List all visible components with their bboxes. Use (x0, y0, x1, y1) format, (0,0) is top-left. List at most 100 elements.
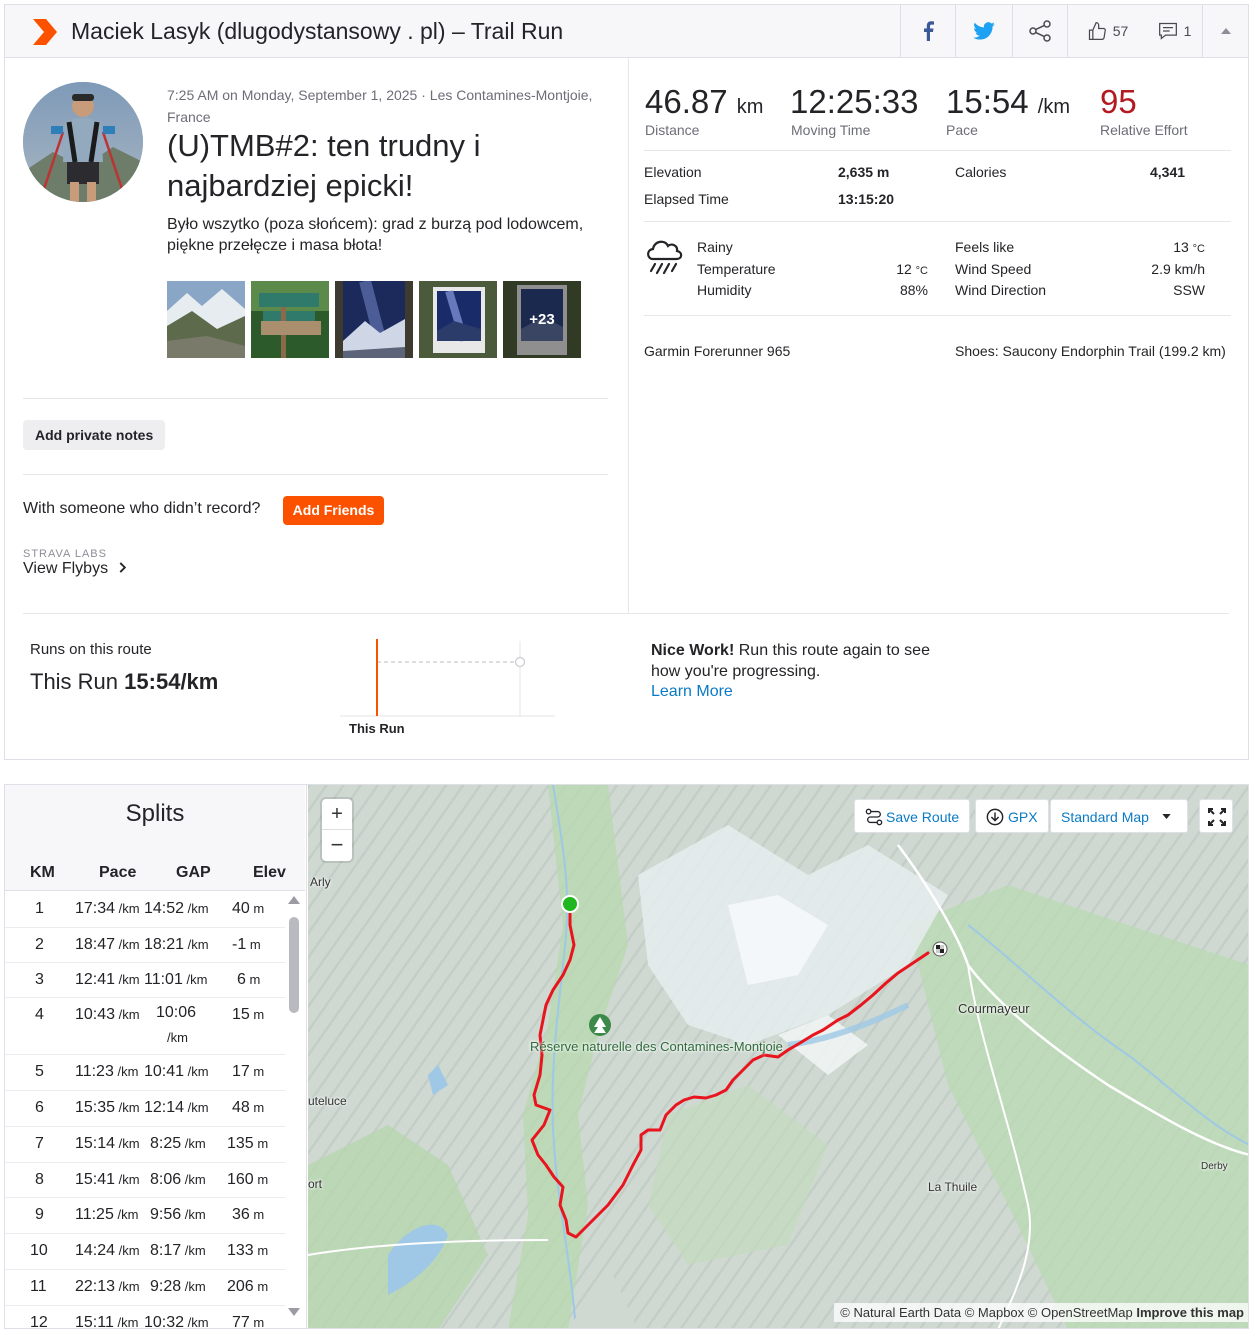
split-elev: 206 m (227, 1278, 269, 1295)
pace-unit: /km (181, 1172, 206, 1187)
more-photos-thumbnail[interactable]: +23 (503, 281, 581, 358)
split-gap: 8:06 /km (150, 1171, 206, 1188)
split-gap: 8:25 /km (150, 1135, 206, 1152)
pace-unit: /km (115, 937, 140, 952)
temperature-value: 12 °C (865, 261, 928, 277)
split-elev: 6 m (237, 971, 261, 988)
collapse-button[interactable] (1202, 5, 1248, 57)
photo-thumbnail[interactable] (251, 281, 329, 358)
elev-unit: m (249, 1064, 265, 1079)
splits-map-section: Splits KM Pace GAP Elev 1 17:34 /km 14:52 … (4, 784, 1249, 1329)
photo-thumbnail[interactable] (419, 281, 497, 358)
temperature-unit: °C (915, 265, 928, 277)
gpx-download-button[interactable]: GPX (975, 799, 1049, 833)
pace-unit: /km (115, 1007, 140, 1022)
zoom-out-button[interactable]: − (322, 830, 352, 861)
pace-unit: /km (1037, 96, 1070, 118)
split-km: 5 (35, 1063, 44, 1080)
scroll-up-icon[interactable] (288, 895, 300, 905)
split-row[interactable]: 8 15:41 /km 8:06 /km 160 m (5, 1163, 285, 1198)
splits-scrollbar[interactable] (288, 895, 300, 1325)
pace-unit: /km (184, 1100, 209, 1115)
route-icon (865, 808, 883, 826)
scroll-down-icon[interactable] (288, 1307, 300, 1317)
photo-thumbnail[interactable] (167, 281, 245, 358)
split-row[interactable]: 7 15:14 /km 8:25 /km 135 m (5, 1127, 285, 1163)
split-row[interactable]: 10 14:24 /km 8:17 /km 133 m (5, 1234, 285, 1270)
split-gap: 9:28 /km (150, 1278, 206, 1295)
nice-work-bold: Nice Work! (651, 642, 735, 659)
split-pace: 15:41 /km (75, 1171, 140, 1188)
save-route-button[interactable]: Save Route (854, 799, 971, 833)
activity-map[interactable]: + − Save Route GPX Standard Map Arly Rés… (308, 785, 1248, 1328)
fullscreen-button[interactable] (1199, 799, 1233, 833)
elevation-value: 2,635 m (838, 164, 890, 180)
split-row[interactable]: 9 11:25 /km 9:56 /km 36 m (5, 1198, 285, 1234)
pace-unit: /km (184, 901, 209, 916)
add-private-notes-button[interactable]: Add private notes (23, 420, 166, 450)
split-row[interactable]: 1 17:34 /km 14:52 /km 40 m (5, 892, 285, 928)
learn-more-link[interactable]: Learn More (651, 683, 733, 701)
comment-button[interactable]: 1 (1147, 5, 1202, 57)
caret-up-icon (1220, 28, 1231, 34)
facebook-share-button[interactable] (900, 5, 955, 57)
elev-unit: m (249, 1315, 265, 1329)
split-row[interactable]: 3 12:41 /km 11:01 /km 6 m (5, 963, 285, 998)
split-gap: 14:52 /km (144, 900, 209, 917)
split-pace: 10:43 /km (75, 1006, 140, 1023)
split-row[interactable]: 4 10:43 /km 10:06/km 15 m (5, 998, 285, 1055)
scrollbar-thumb[interactable] (289, 917, 299, 1013)
improve-map-link[interactable]: Improve this map (1136, 1305, 1244, 1320)
split-row[interactable]: 11 22:13 /km 9:28 /km 206 m (5, 1270, 285, 1306)
feels-like-unit: °C (1192, 243, 1205, 255)
more-photos-count: +23 (503, 281, 581, 358)
splits-header-pace: Pace (99, 855, 137, 891)
feels-like-number: 13 (1173, 239, 1189, 255)
weather-condition: Rainy (697, 239, 733, 255)
save-route-label: Save Route (886, 809, 960, 825)
split-pace: 15:35 /km (75, 1099, 140, 1116)
route-compare-chart (340, 639, 555, 717)
kudos-button[interactable]: 57 (1067, 5, 1147, 57)
photo-thumbnail[interactable] (335, 281, 413, 358)
split-km: 3 (35, 971, 44, 988)
split-row[interactable]: 5 11:23 /km 10:41 /km 17 m (5, 1055, 285, 1091)
map-label-derby: Derby (1201, 1161, 1228, 1172)
pace-unit: /km (115, 1172, 140, 1187)
split-gap-unit: /km (167, 1030, 188, 1045)
split-elev: 15 m (232, 1006, 265, 1023)
with-someone-text: With someone who didn’t record? (23, 500, 261, 517)
pace-unit: /km (115, 1100, 140, 1115)
run-activity-icon (33, 19, 57, 45)
calories-value: 4,341 (1150, 164, 1186, 180)
split-row[interactable]: 2 18:47 /km 18:21 /km -1 m (5, 928, 285, 963)
divider (644, 221, 1231, 222)
runs-on-route-label: Runs on this route (30, 641, 152, 658)
split-row[interactable]: 12 15:11 /km 10:32 /km 77 m (5, 1306, 285, 1329)
pace-unit: /km (115, 901, 140, 916)
relative-effort-value[interactable]: 95 (1100, 83, 1137, 121)
add-friends-button[interactable]: Add Friends (283, 496, 384, 525)
nice-work-message: Nice Work! Run this route again to see h… (651, 640, 941, 682)
twitter-share-button[interactable] (955, 5, 1012, 57)
wind-direction-label: Wind Direction (955, 282, 1047, 298)
zoom-in-button[interactable]: + (322, 799, 352, 830)
map-label-uteluce: uteluce (308, 1094, 347, 1108)
rain-cloud-icon (647, 240, 683, 275)
download-icon (986, 808, 1004, 826)
split-elev: -1 m (232, 936, 261, 953)
divider (644, 315, 1231, 316)
distance-unit: km (736, 96, 764, 118)
elev-unit: m (249, 901, 265, 916)
split-pace: 11:25 /km (75, 1206, 139, 1223)
moving-time-value: 12:25:33 (790, 83, 919, 120)
split-row[interactable]: 6 15:35 /km 12:14 /km 48 m (5, 1091, 285, 1127)
share-button[interactable] (1012, 5, 1067, 57)
split-pace: 18:47 /km (75, 936, 140, 953)
view-flybys-link[interactable]: View Flybys (23, 560, 127, 578)
elev-unit: m (246, 937, 261, 952)
map-style-select[interactable]: Standard Map (1050, 799, 1188, 833)
athlete-avatar[interactable] (23, 82, 143, 202)
share-icon (1029, 20, 1051, 42)
split-km: 7 (35, 1135, 44, 1152)
